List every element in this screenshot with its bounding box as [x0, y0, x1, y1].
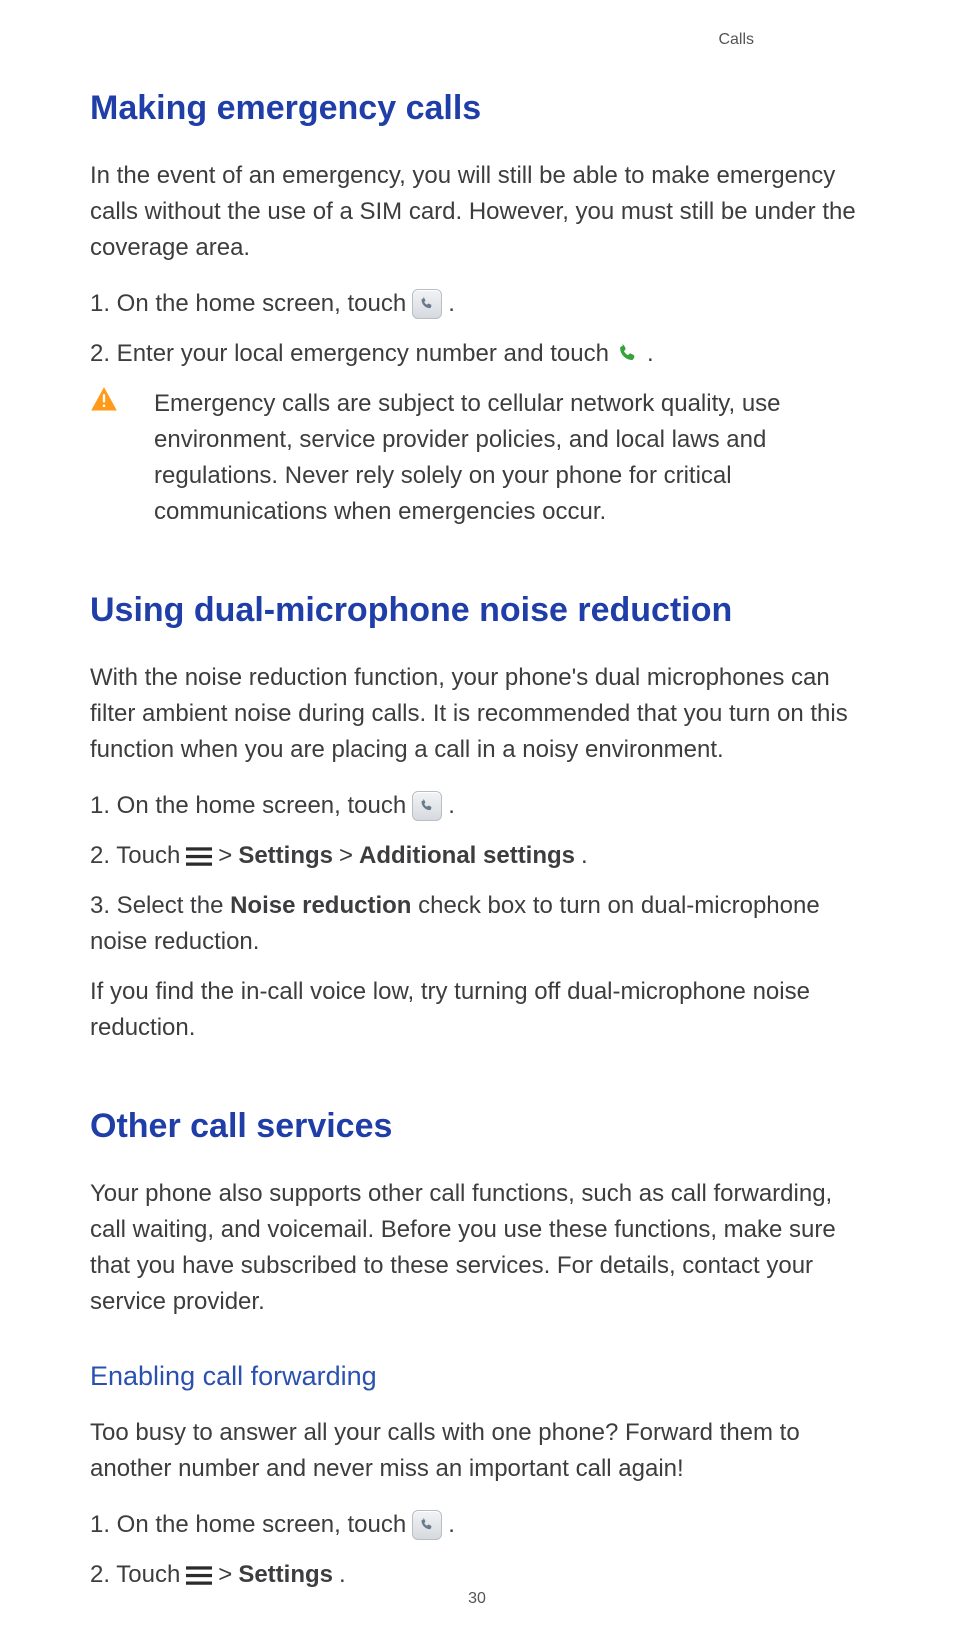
paragraph-forwarding-intro: Too busy to answer all your calls with o… — [90, 1415, 864, 1487]
paragraph-other-intro: Your phone also supports other call func… — [90, 1176, 864, 1320]
phone-app-icon — [412, 791, 442, 821]
settings-label: Settings — [238, 838, 333, 874]
step-text: . — [448, 286, 455, 322]
step-noise-1: 1. On the home screen, touch . — [90, 788, 864, 824]
paragraph-noise-footer: If you find the in-call voice low, try t… — [90, 974, 864, 1046]
section-label: Calls — [718, 28, 754, 52]
menu-icon — [186, 1565, 212, 1585]
settings-label: Settings — [238, 1557, 333, 1593]
step-text: . — [581, 838, 588, 874]
paragraph-noise-intro: With the noise reduction function, your … — [90, 660, 864, 768]
heading-emergency-calls: Making emergency calls — [90, 83, 864, 134]
step-text: . — [339, 1557, 346, 1593]
noise-reduction-label: Noise reduction — [230, 892, 411, 919]
paragraph-emergency-intro: In the event of an emergency, you will s… — [90, 158, 864, 266]
call-icon — [615, 341, 641, 367]
step-text: 1. On the home screen, touch — [90, 788, 406, 824]
subheading-call-forwarding: Enabling call forwarding — [90, 1356, 864, 1397]
step-text: > — [218, 1557, 232, 1593]
step-noise-2: 2. Touch > Settings > Additional setting… — [90, 838, 864, 874]
heading-other-services: Other call services — [90, 1101, 864, 1152]
phone-app-icon — [412, 1510, 442, 1540]
additional-settings-label: Additional settings — [359, 838, 575, 874]
step-text: . — [647, 336, 654, 372]
step-text: > — [339, 838, 353, 874]
step-emergency-2: 2. Enter your local emergency number and… — [90, 336, 864, 372]
step-text: > — [218, 838, 232, 874]
step-fwd-1: 1. On the home screen, touch . — [90, 1507, 864, 1543]
step-text: . — [448, 1507, 455, 1543]
step-text: 1. On the home screen, touch — [90, 286, 406, 322]
step-emergency-1: 1. On the home screen, touch . — [90, 286, 864, 322]
phone-app-icon — [412, 289, 442, 319]
step-text: 1. On the home screen, touch — [90, 1507, 406, 1543]
menu-icon — [186, 846, 212, 866]
step-text: 2. Enter your local emergency number and… — [90, 336, 609, 372]
warning-icon — [90, 386, 118, 411]
step-text: . — [448, 788, 455, 824]
warning-note: Emergency calls are subject to cellular … — [90, 386, 864, 530]
heading-noise-reduction: Using dual-microphone noise reduction — [90, 585, 864, 636]
warning-text: Emergency calls are subject to cellular … — [132, 386, 864, 530]
step-text: 2. Touch — [90, 1557, 180, 1593]
step-noise-3: 3. Select the Noise reduction check box … — [90, 888, 864, 960]
page-number: 30 — [468, 1587, 486, 1611]
step-text: 3. Select the — [90, 892, 230, 919]
step-text: 2. Touch — [90, 838, 180, 874]
